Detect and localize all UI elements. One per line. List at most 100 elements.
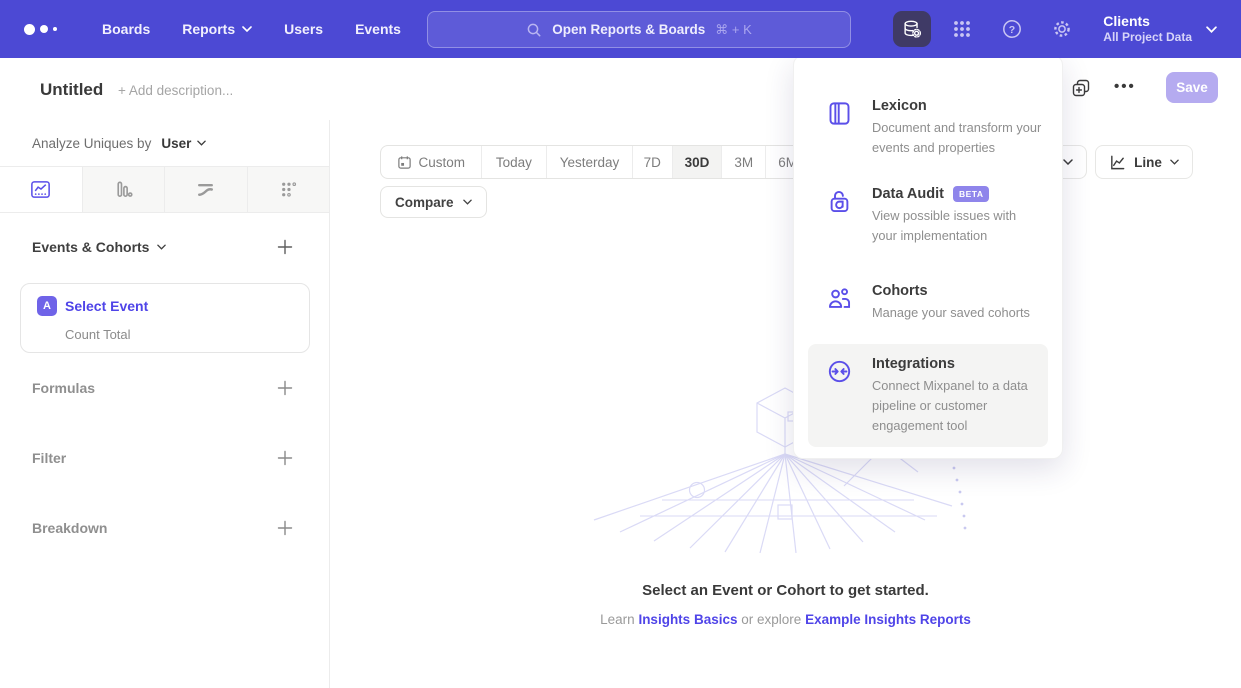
empty-learn-text: Learn	[600, 612, 635, 627]
help-icon: ?	[1001, 18, 1023, 40]
bar-chart-tab-icon	[112, 178, 135, 201]
compare-button[interactable]: Compare	[380, 186, 487, 218]
gear-icon	[1051, 18, 1073, 40]
save-button[interactable]: Save	[1166, 72, 1218, 103]
compare-label: Compare	[395, 195, 454, 210]
tab-metrics[interactable]	[248, 167, 330, 212]
search-icon	[526, 22, 542, 38]
nav-item-label: Users	[284, 21, 323, 37]
event-metric[interactable]: Count Total	[65, 327, 131, 342]
svg-text:?: ?	[1009, 24, 1015, 36]
range-custom[interactable]: Custom	[381, 146, 481, 178]
events-cohorts-label: Events & Cohorts	[32, 239, 149, 255]
plus-icon	[277, 450, 293, 466]
analyze-row: Analyze Uniques by User	[0, 120, 329, 166]
event-card[interactable]: A Select Event Count Total	[20, 283, 310, 353]
add-formula-button[interactable]	[277, 380, 293, 396]
menu-item-title: Data Audit	[872, 186, 944, 202]
range-7d[interactable]: 7D	[632, 146, 672, 178]
chart-style-label: Line	[1134, 155, 1162, 170]
data-management-button[interactable]	[893, 11, 931, 47]
duplicate-report-button[interactable]	[1072, 79, 1091, 98]
line-chart-tab-icon	[29, 178, 52, 201]
navbar-right: ? Clients All Project Data	[881, 0, 1241, 58]
add-filter-button[interactable]	[277, 450, 293, 466]
nav-item-events[interactable]: Events	[355, 21, 401, 37]
mixpanel-logo[interactable]	[24, 24, 70, 35]
plus-icon	[277, 380, 293, 396]
events-cohorts-section: Events & Cohorts	[0, 239, 329, 255]
add-event-button[interactable]	[277, 239, 293, 255]
menu-item-data-audit[interactable]: Data Audit BETA View possible issues wit…	[808, 174, 1048, 258]
data-management-menu: Lexicon Document and transform your even…	[793, 55, 1063, 459]
more-options-button[interactable]: •••	[1114, 78, 1136, 95]
search-placeholder: Open Reports & Boards	[552, 22, 705, 37]
settings-button[interactable]	[1043, 11, 1081, 47]
range-label: 7D	[644, 155, 661, 170]
insights-basics-link[interactable]: Insights Basics	[638, 612, 737, 627]
range-label: Custom	[419, 155, 466, 170]
data-audit-lock-icon	[826, 188, 853, 215]
nav-item-reports[interactable]: Reports	[182, 21, 252, 37]
report-title: Untitled	[40, 80, 103, 100]
menu-item-lexicon[interactable]: Lexicon Document and transform your even…	[808, 86, 1048, 170]
grid-icon	[952, 19, 972, 39]
flow-tab-icon	[194, 178, 217, 201]
database-gear-icon	[901, 18, 923, 40]
empty-middle-text: or explore	[741, 612, 801, 627]
range-yesterday[interactable]: Yesterday	[546, 146, 632, 178]
apps-grid-button[interactable]	[943, 11, 981, 47]
menu-item-integrations[interactable]: Integrations Connect Mixpanel to a data …	[808, 344, 1048, 447]
chevron-down-icon	[463, 199, 472, 205]
menu-item-title: Integrations	[872, 356, 955, 372]
events-cohorts-header[interactable]: Events & Cohorts	[32, 239, 166, 255]
breakdown-section: Breakdown	[0, 520, 329, 536]
global-search-bar[interactable]: Open Reports & Boards ⌘ + K	[427, 11, 851, 48]
select-event-link[interactable]: Select Event	[65, 298, 148, 314]
beta-badge: BETA	[953, 186, 990, 202]
project-selector[interactable]: Clients All Project Data	[1103, 13, 1227, 46]
analyze-label: Analyze Uniques by	[32, 136, 151, 151]
add-description-field[interactable]: + Add description...	[118, 83, 233, 98]
chevron-down-icon	[1206, 26, 1217, 33]
plus-icon	[277, 239, 293, 255]
line-chart-icon	[1109, 154, 1126, 171]
analyze-entity-value: User	[161, 136, 191, 151]
chart-style-dropdown[interactable]: Line	[1095, 145, 1193, 179]
range-3m[interactable]: 3M	[721, 146, 765, 178]
range-30d[interactable]: 30D	[672, 146, 722, 178]
metrics-tab-icon	[277, 178, 300, 201]
menu-item-description: Connect Mixpanel to a data pipeline or c…	[872, 376, 1044, 435]
range-label: Yesterday	[560, 155, 620, 170]
cohorts-users-icon	[826, 285, 853, 312]
empty-state-subtitle: Learn Insights Basics or explore Example…	[330, 612, 1241, 627]
menu-item-title: Lexicon	[872, 98, 927, 114]
add-breakdown-button[interactable]	[277, 520, 293, 536]
nav-item-boards[interactable]: Boards	[102, 21, 150, 37]
analyze-entity-dropdown[interactable]: User	[161, 136, 206, 151]
top-navbar: Boards Reports Users Events Open Reports…	[0, 0, 1241, 58]
formulas-label: Formulas	[32, 380, 95, 396]
menu-item-title: Cohorts	[872, 283, 928, 299]
formulas-section: Formulas	[0, 380, 329, 396]
calendar-icon	[397, 155, 412, 170]
menu-item-cohorts[interactable]: Cohorts Manage your saved cohorts	[808, 271, 1048, 335]
range-today[interactable]: Today	[481, 146, 547, 178]
chevron-down-icon	[1170, 159, 1179, 165]
tab-flow[interactable]	[165, 167, 248, 212]
project-name: Clients	[1103, 13, 1192, 31]
nav-item-label: Reports	[182, 21, 235, 37]
tab-bar-chart[interactable]	[83, 167, 166, 212]
help-button[interactable]: ?	[993, 11, 1031, 47]
chart-type-tabs	[0, 166, 329, 213]
tab-insights-line[interactable]	[0, 167, 83, 212]
range-label: 30D	[685, 155, 710, 170]
chevron-down-icon	[242, 26, 252, 32]
nav-item-users[interactable]: Users	[284, 21, 323, 37]
query-sidebar: Analyze Uniques by User	[0, 120, 330, 688]
chevron-down-icon	[1063, 159, 1073, 165]
example-reports-link[interactable]: Example Insights Reports	[805, 612, 971, 627]
event-badge: A	[37, 296, 57, 316]
project-scope: All Project Data	[1103, 30, 1192, 45]
menu-item-description: View possible issues with your implement…	[872, 206, 1044, 246]
